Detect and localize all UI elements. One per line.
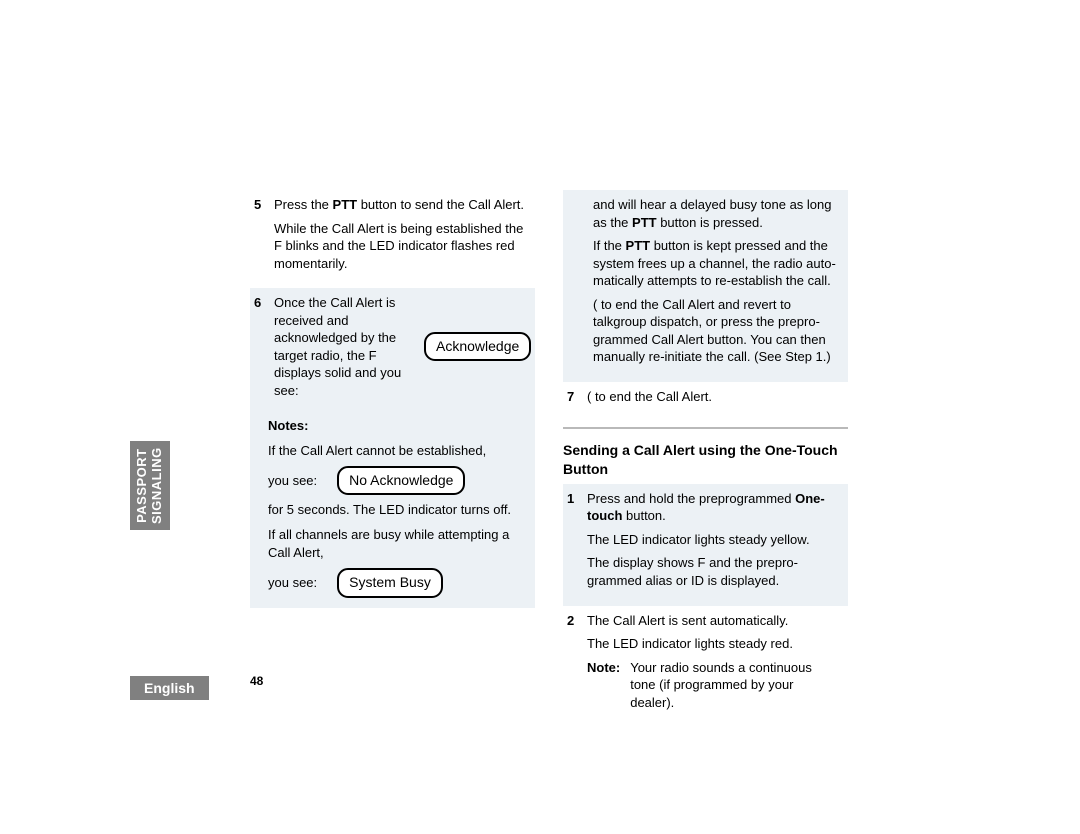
step-number: 7 [567, 388, 579, 412]
notes-block: Notes: If the Call Alert cannot be estab… [250, 409, 535, 607]
notes-p1: If the Call Alert cannot be established, [268, 442, 527, 460]
step-number: 6 [254, 294, 266, 399]
content-columns: 5 Press the PTT button to send the Call … [250, 190, 870, 721]
cont-p3: ( to end the Call Alert and revert to ta… [593, 296, 840, 366]
note-text: Your radio sounds a continuous tone (if … [630, 659, 840, 712]
ot2-note: Note: Your radio sounds a continuous ton… [587, 659, 840, 712]
notes-label: Notes: [268, 418, 308, 433]
ot2-p1: The Call Alert is sent automatically. [587, 612, 840, 630]
display-chip-system-busy: System Busy [337, 568, 443, 598]
step-6-row: Once the Call Alert is received and ackn… [274, 294, 531, 399]
step-number: 1 [567, 490, 579, 596]
cont-block: and will hear a delayed busy tone as lon… [563, 190, 848, 382]
left-column: 5 Press the PTT button to send the Call … [250, 190, 535, 721]
right-column: and will hear a delayed busy tone as lon… [563, 190, 848, 721]
notes-you-see-1: you see: [268, 472, 317, 490]
notes-row-2: you see: System Busy [268, 568, 527, 598]
section-tab: PASSPORT SIGNALING [130, 441, 170, 530]
step-number: 5 [254, 196, 266, 278]
step-5-para-2: While the Call Alert is being establishe… [274, 220, 527, 273]
notes-p4: If all channels are busy while attemptin… [268, 526, 527, 562]
cont-p1: and will hear a delayed busy tone as lon… [593, 196, 840, 231]
note-label: Note: [587, 659, 620, 712]
ot1-p3: The display shows F and the prepro-gramm… [587, 554, 840, 589]
section-line-2: SIGNALING [150, 447, 165, 524]
section-divider [563, 427, 848, 429]
section-line-1: PASSPORT [135, 447, 150, 524]
ot2-p2: The LED indicator lights steady red. [587, 635, 840, 653]
ot1-line1: Press and hold the preprogrammed One-tou… [587, 490, 840, 525]
one-touch-step-1: 1 Press and hold the preprogrammed One-t… [563, 484, 848, 606]
step-7-text: ( to end the Call Alert. [587, 388, 840, 406]
notes-p3: for 5 seconds. The LED indicator turns o… [268, 501, 527, 519]
step-7: 7 ( to end the Call Alert. [563, 382, 848, 422]
display-chip-acknowledge: Acknowledge [424, 332, 531, 361]
page-number: 48 [250, 674, 263, 688]
step-6-text: Once the Call Alert is received and ackn… [274, 294, 404, 399]
one-touch-step-2: 2 The Call Alert is sent automatically. … [563, 606, 848, 722]
ot1-p2: The LED indicator lights steady yellow. [587, 531, 840, 549]
notes-row-1: you see: No Acknowledge [268, 466, 527, 496]
step-5-line-1: Press the PTT button to send the Call Al… [274, 196, 527, 214]
manual-page: PASSPORT SIGNALING English 48 5 Press th… [130, 190, 870, 710]
step-5: 5 Press the PTT button to send the Call … [250, 190, 535, 288]
display-chip-no-acknowledge: No Acknowledge [337, 466, 465, 496]
section-heading: Sending a Call Alert using the One-Touch… [563, 441, 848, 477]
step-number: 2 [567, 612, 579, 712]
step-6: 6 Once the Call Alert is received and ac… [250, 288, 535, 409]
cont-p2: If the PTT button is kept pressed and th… [593, 237, 840, 290]
notes-you-see-2: you see: [268, 574, 317, 592]
language-tab: English [130, 676, 209, 700]
